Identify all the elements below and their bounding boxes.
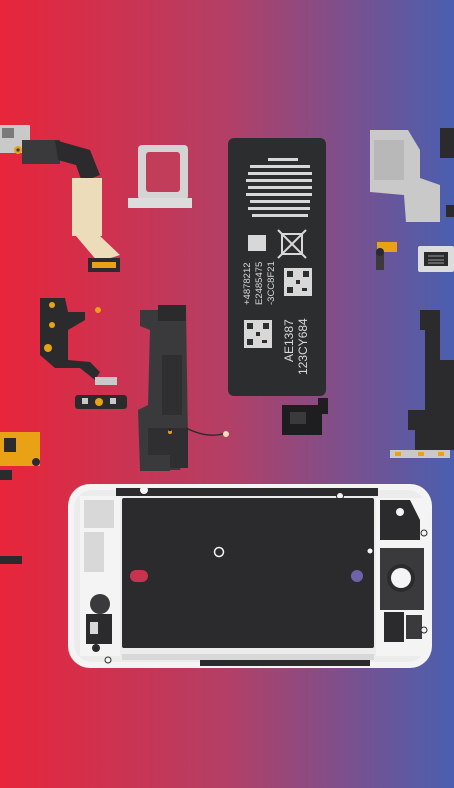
red-accent-slot <box>130 570 148 582</box>
purple-accent-dot <box>351 570 363 582</box>
battery: +4878212 E2485475 -3CC8F21 AE1387 123CY6… <box>228 138 328 435</box>
battery-code-line-2: 123CY684 <box>296 318 310 375</box>
qr-code-icon <box>284 268 312 296</box>
qr-code-icon <box>244 320 272 348</box>
battery-code-3: -3CC8F21 <box>266 261 277 305</box>
earpiece-speaker <box>418 246 454 272</box>
battery-code-1: +4878212 <box>242 262 253 305</box>
phone-mid-frame <box>68 484 432 668</box>
gradient-background <box>0 0 454 788</box>
exploded-phone-illustration: +4878212 E2485475 -3CC8F21 AE1387 123CY6… <box>0 0 454 788</box>
battery-code-2: E2485475 <box>254 262 265 305</box>
recycle-bin-icon <box>277 229 307 259</box>
battery-code-line-1: AE1387 <box>282 319 296 362</box>
